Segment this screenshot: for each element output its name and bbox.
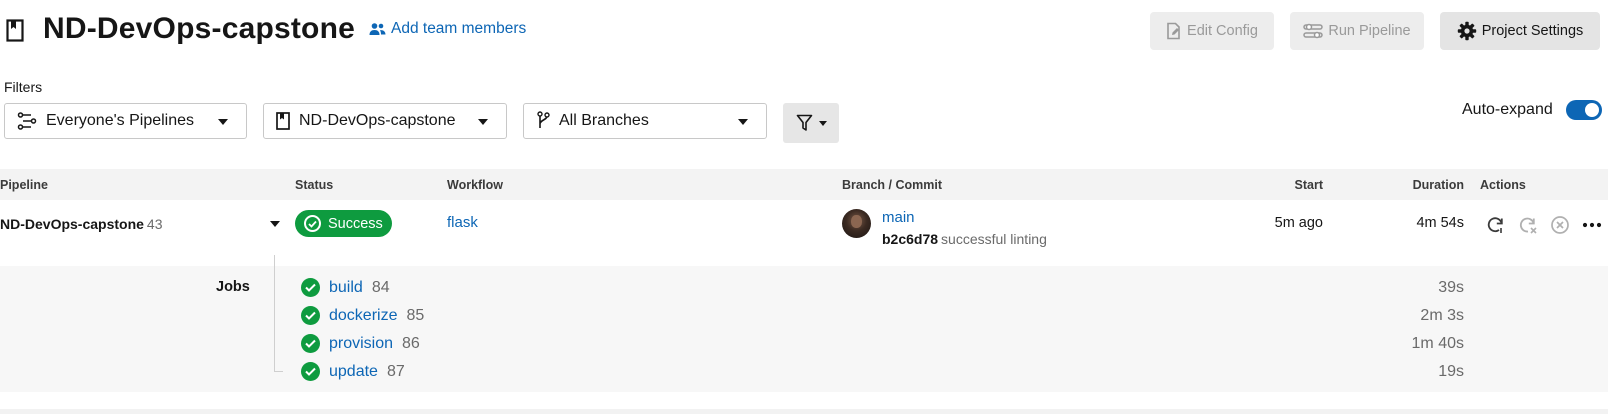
job-name-link[interactable]: build <box>329 279 363 297</box>
job-duration: 2m 3s <box>1420 307 1464 324</box>
job-item: provision 86 <box>301 334 420 353</box>
pipeline-name: ND-DevOps-capstone <box>0 216 144 232</box>
branch-link[interactable]: main <box>882 209 915 226</box>
column-header-duration: Duration <box>1412 178 1464 192</box>
job-duration: 39s <box>1438 279 1464 296</box>
job-item: build 84 <box>301 278 390 297</box>
edit-config-button[interactable]: Edit Config <box>1150 12 1274 50</box>
file-edit-icon <box>1167 22 1180 40</box>
status-badge[interactable]: Success <box>295 210 392 237</box>
auto-expand-label: Auto-expand <box>1462 101 1553 118</box>
project-dropdown[interactable]: ND-DevOps-capstone <box>263 103 507 139</box>
commit-hash-link[interactable]: b2c6d78 <box>882 231 938 247</box>
pipeline-name-link[interactable]: ND-DevOps-capstone 43 <box>0 216 163 232</box>
column-header-workflow: Workflow <box>447 178 504 192</box>
job-number: 87 <box>386 362 405 380</box>
pipeline-number: 43 <box>146 216 163 232</box>
check-circle-icon <box>301 362 320 381</box>
table-header <box>0 169 1608 200</box>
pipelines-owner-value: Everyone's Pipelines <box>46 112 195 129</box>
job-item: update 87 <box>301 362 405 381</box>
job-name-link[interactable]: provision <box>329 335 393 353</box>
branch-value: All Branches <box>559 112 649 129</box>
funnel-icon <box>796 114 812 131</box>
start-time: 5m ago <box>1274 215 1323 231</box>
commit-message: successful linting <box>941 231 1047 247</box>
row-divider <box>0 409 1608 414</box>
rerun-button[interactable] <box>1485 214 1507 236</box>
filter-button[interactable] <box>783 103 839 143</box>
chevron-down-icon <box>218 119 228 125</box>
filters-label: Filters <box>4 79 43 95</box>
check-circle-icon <box>301 306 320 325</box>
check-circle-icon <box>304 215 321 232</box>
add-team-members-label: Add team members <box>391 20 527 37</box>
commit-info: b2c6d78 successful linting <box>882 231 1047 247</box>
pipelines-owner-dropdown[interactable]: Everyone's Pipelines <box>4 103 247 139</box>
project-settings-label: Project Settings <box>1481 23 1584 39</box>
column-header-actions: Actions <box>1480 178 1526 192</box>
job-number: 86 <box>402 334 420 352</box>
workflow-link[interactable]: flask <box>447 214 478 231</box>
cancel-button[interactable] <box>1549 214 1571 236</box>
job-number: 84 <box>371 278 390 296</box>
chevron-down-icon <box>478 119 488 125</box>
cancel-icon <box>1551 216 1569 234</box>
job-number: 85 <box>406 306 425 324</box>
check-circle-icon <box>301 278 320 297</box>
branch-dropdown[interactable]: All Branches <box>523 103 767 139</box>
avatar <box>842 209 871 238</box>
status-label: Success <box>328 215 383 232</box>
more-icon <box>1582 222 1602 228</box>
pipeline-duration: 4m 54s <box>1416 215 1464 231</box>
job-item: dockerize 85 <box>301 306 424 325</box>
auto-expand-toggle[interactable] <box>1566 100 1602 120</box>
more-actions-button[interactable] <box>1581 214 1603 236</box>
jobs-label: Jobs <box>216 279 250 295</box>
git-branch-icon <box>537 111 550 128</box>
people-icon <box>369 23 386 35</box>
run-pipeline-label: Run Pipeline <box>1328 23 1411 39</box>
rerun-icon <box>1487 217 1503 233</box>
rerun-failed-button[interactable] <box>1517 214 1539 236</box>
expand-row-chevron-icon[interactable] <box>270 221 280 227</box>
run-pipeline-button[interactable]: Run Pipeline <box>1290 12 1424 50</box>
column-header-pipeline: Pipeline <box>0 178 48 192</box>
pipelines-icon <box>17 112 37 130</box>
jobs-tree-tick <box>274 371 283 372</box>
sliders-icon <box>1303 23 1324 39</box>
project-value: ND-DevOps-capstone <box>299 112 456 129</box>
jobs-tree-line <box>274 255 275 372</box>
gear-icon <box>1457 21 1476 41</box>
column-header-branch-commit: Branch / Commit <box>842 178 943 192</box>
column-header-start: Start <box>1294 178 1323 192</box>
job-name-link[interactable]: update <box>329 363 378 381</box>
page-title: ND-DevOps-capstone <box>43 12 355 45</box>
column-header-status: Status <box>295 178 334 192</box>
project-bookmark-icon <box>6 19 24 42</box>
job-duration: 1m 40s <box>1411 335 1464 352</box>
check-circle-icon <box>301 334 320 353</box>
job-name-link[interactable]: dockerize <box>329 307 397 325</box>
chevron-down-icon <box>738 119 748 125</box>
chevron-down-icon <box>818 120 827 126</box>
rerun-failed-icon <box>1519 217 1537 234</box>
edit-config-label: Edit Config <box>1187 23 1258 39</box>
project-settings-button[interactable]: Project Settings <box>1440 12 1600 50</box>
job-duration: 19s <box>1438 363 1464 380</box>
add-team-members-link[interactable]: Add team members <box>369 20 526 38</box>
bookmark-icon <box>276 112 290 130</box>
